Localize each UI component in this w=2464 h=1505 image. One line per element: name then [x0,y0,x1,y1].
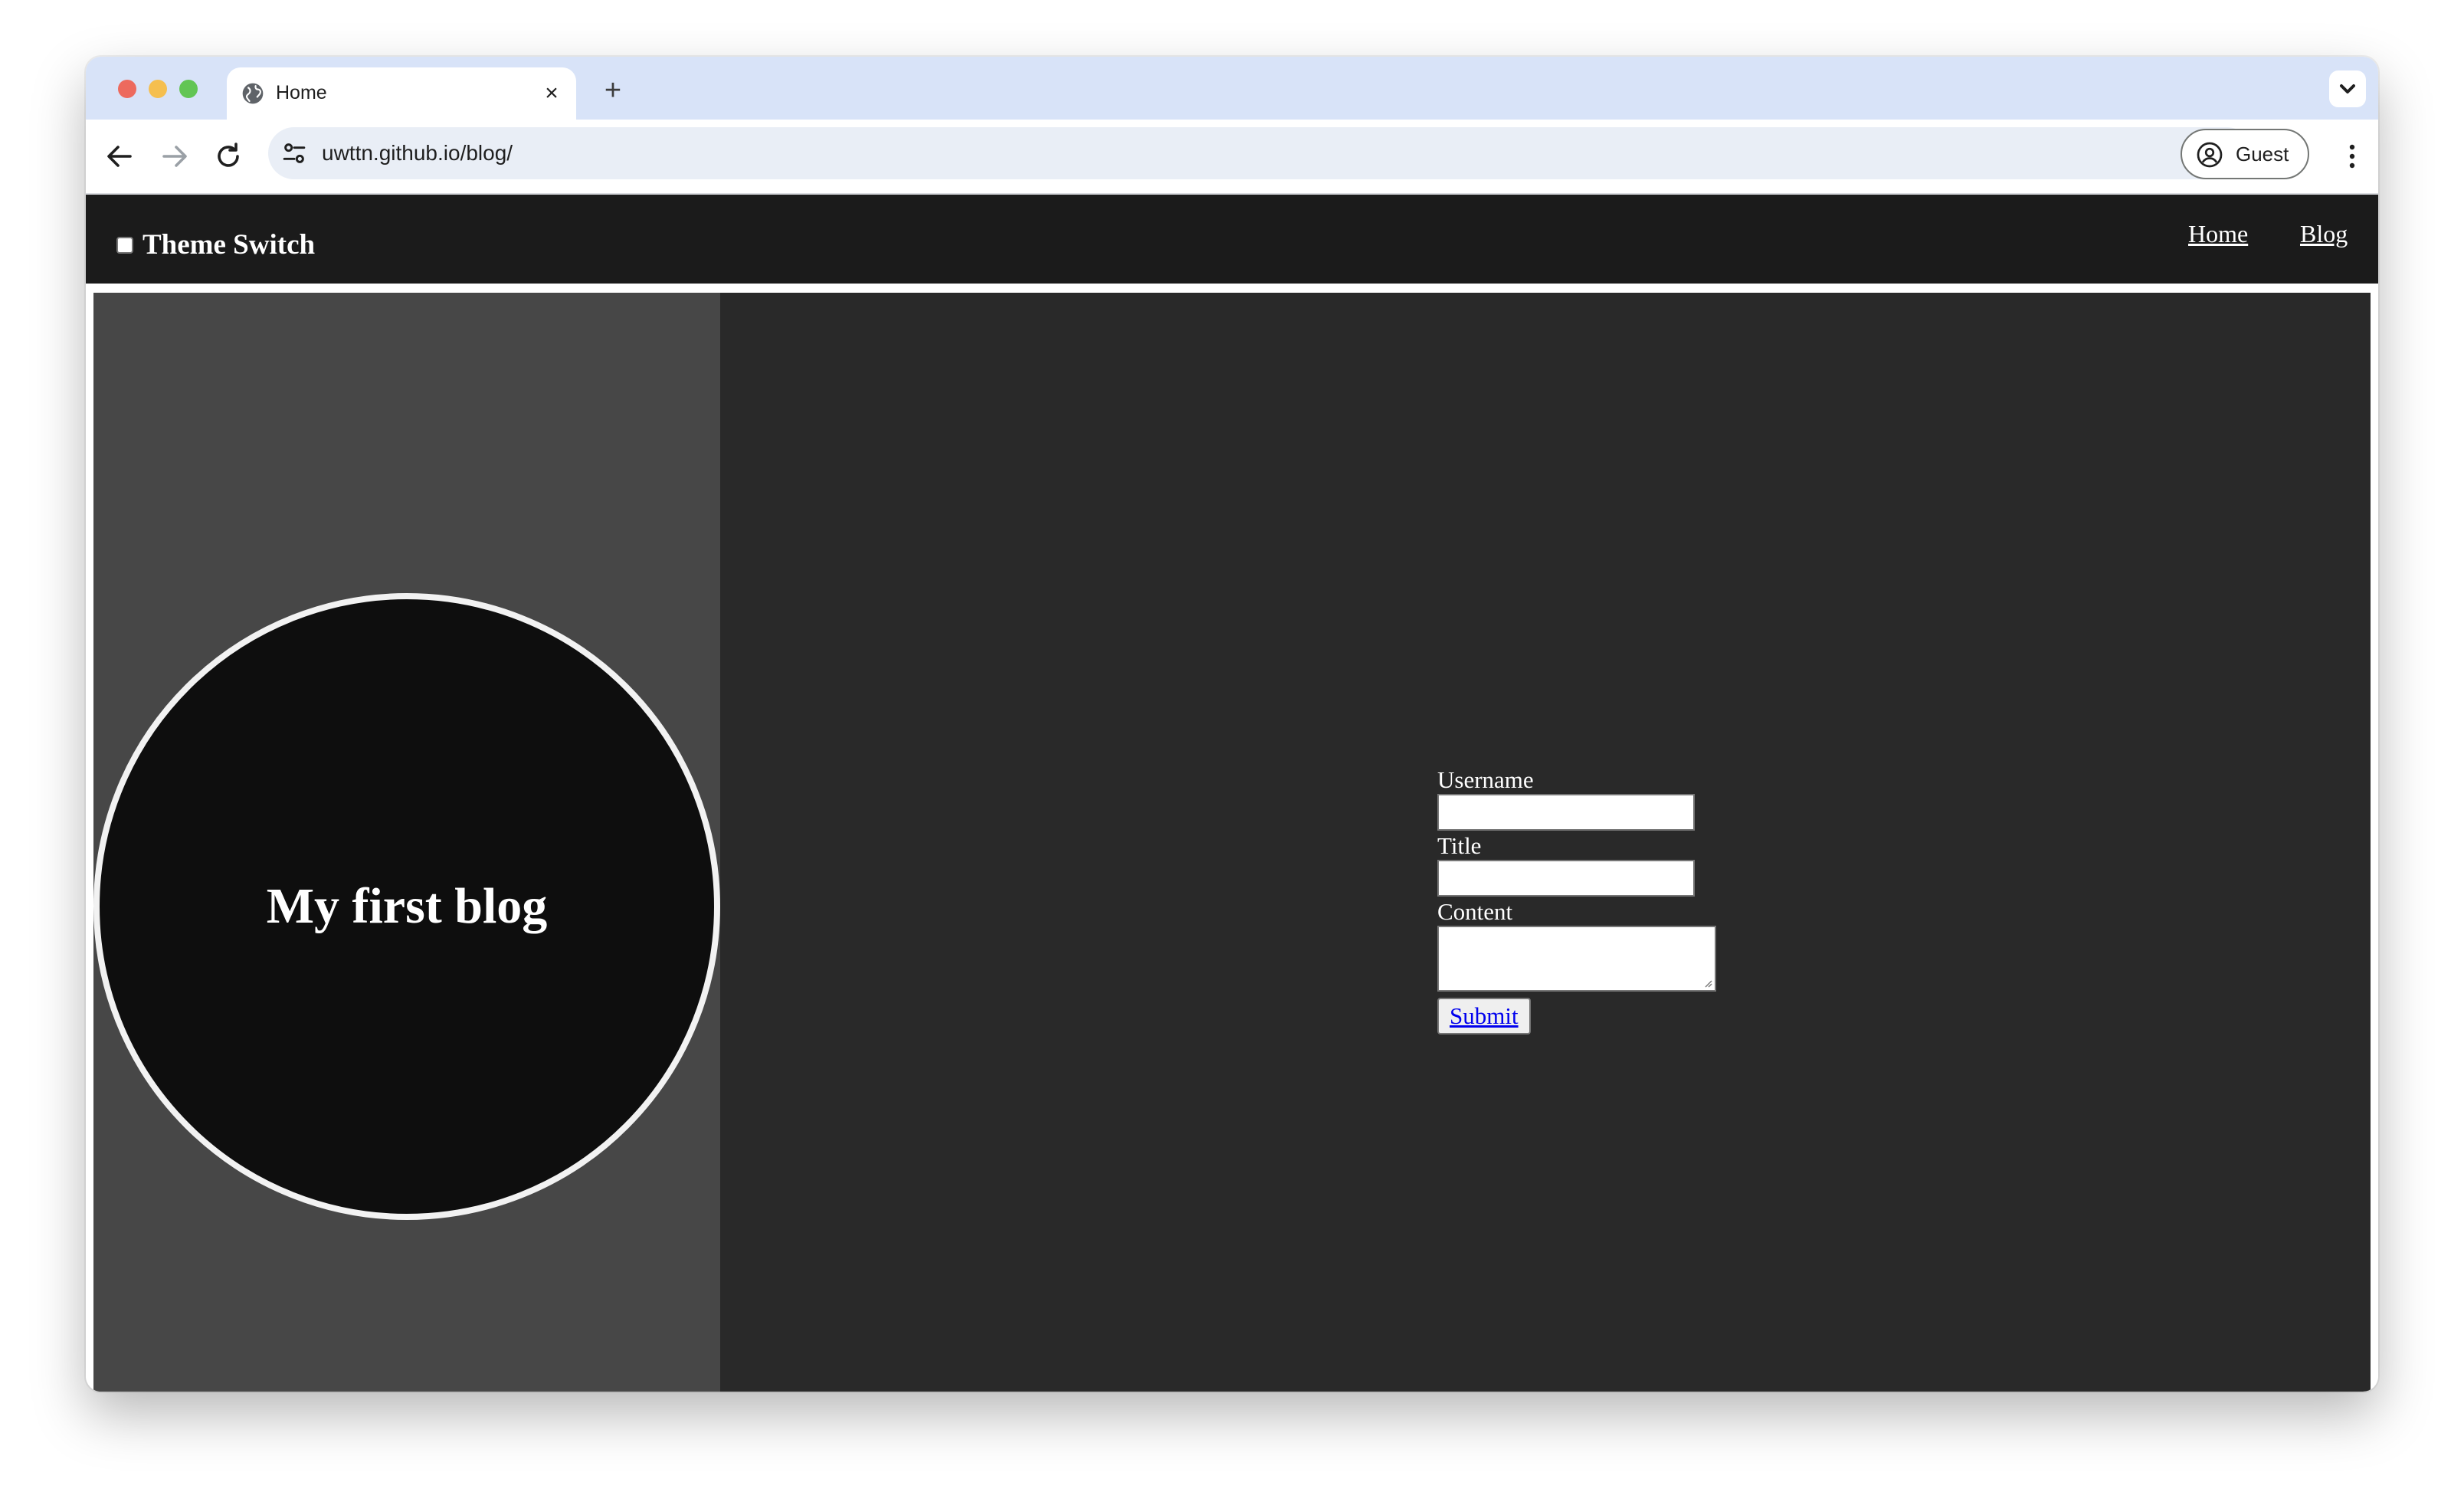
blog-title: My first blog [266,878,548,934]
title-label: Title [1437,832,1482,859]
url-text[interactable]: uwttn.github.io/blog/ [322,139,513,167]
close-icon[interactable]: × [538,80,565,107]
arrow-right-icon [162,146,187,167]
minimize-window-button[interactable] [149,80,167,98]
reload-button[interactable] [210,138,247,175]
content-textarea[interactable] [1437,926,1716,992]
resize-handle-icon[interactable] [1702,977,1712,988]
account-circle-icon [2196,141,2223,169]
tab-search-button[interactable] [2329,70,2366,107]
globe-icon [241,81,265,106]
close-window-button[interactable] [118,80,136,98]
submit-button[interactable]: Submit [1437,998,1531,1034]
main-content: My first blog Username Title Content Sub… [93,293,2371,1392]
theme-switch-label[interactable]: Theme Switch [143,228,315,262]
theme-switch[interactable]: Theme Switch [116,228,315,262]
profile-label: Guest [2236,143,2289,166]
tune-icon[interactable] [277,136,311,170]
browser-toolbar: uwttn.github.io/blog/ Guest [86,120,2378,195]
maximize-window-button[interactable] [179,80,198,98]
reload-icon [218,143,239,167]
chevron-down-icon [2340,84,2355,93]
username-label: Username [1437,766,1534,793]
nav-link-blog[interactable]: Blog [2300,218,2348,250]
new-tab-button[interactable]: + [596,74,630,107]
username-input[interactable] [1437,794,1695,831]
left-panel: My first blog [93,293,720,1392]
tab-title: Home [276,82,327,103]
more-vertical-icon [2349,144,2355,169]
back-button[interactable] [101,138,138,175]
arrow-left-icon [107,146,132,167]
blog-title-circle: My first blog [93,593,720,1220]
theme-switch-checkbox[interactable] [116,237,133,254]
forward-button[interactable] [156,138,193,175]
profile-button[interactable]: Guest [2181,129,2309,179]
tab-strip: Home × + [86,57,2378,120]
browser-window: Home × + uwttn.github.io/blog/ Guest The… [86,57,2378,1392]
site-header: Theme Switch Home Blog [86,195,2378,284]
blog-post-form: Username Title Content Submit [1437,766,1744,1034]
nav-link-home[interactable]: Home [2188,218,2248,250]
tab-home[interactable]: Home × [227,67,576,120]
content-label: Content [1437,898,1513,925]
title-input[interactable] [1437,860,1695,897]
browser-menu-button[interactable] [2334,138,2371,175]
address-bar[interactable]: uwttn.github.io/blog/ [268,127,2253,179]
page-viewport: Theme Switch Home Blog My first blog Use… [86,195,2378,1392]
